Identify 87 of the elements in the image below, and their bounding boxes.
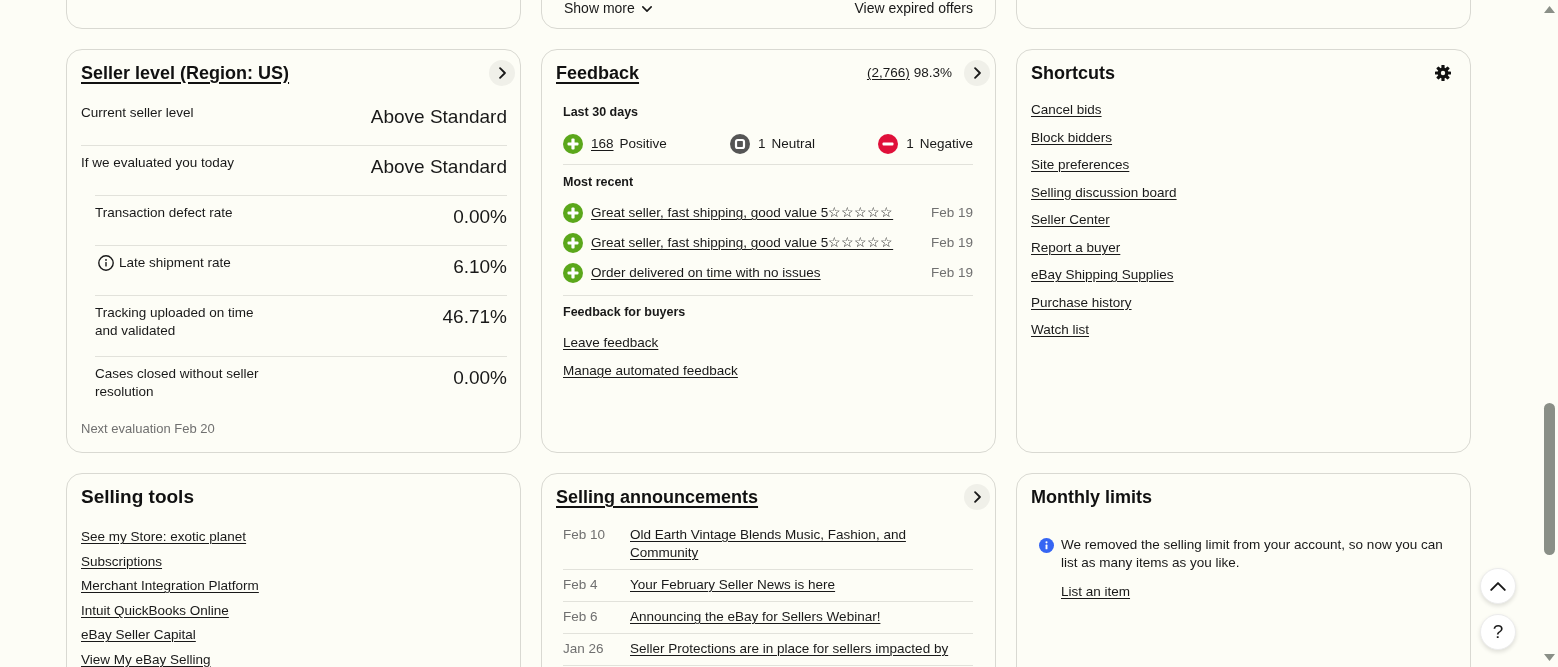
feedback-comment-link[interactable]: Great seller, fast shipping, good value 5☆☆☆☆☆ [591, 234, 923, 252]
chevron-button[interactable] [964, 484, 990, 510]
scrollbar-thumb[interactable] [1544, 403, 1555, 555]
feedback-date: Feb 19 [930, 264, 973, 282]
metric-value: 6.10% [453, 255, 507, 279]
shortcut-link[interactable]: Seller Center [1031, 211, 1110, 229]
metric-label: Cases closed without seller resolution [95, 365, 260, 401]
limit-message: We removed the selling limit from your account, so now you can list as many items as you like. [1061, 536, 1444, 572]
selling-tool-link[interactable]: eBay Seller Capital [81, 626, 196, 644]
chevron-right-icon [973, 491, 981, 503]
card-title: Monthly limits [1031, 486, 1152, 508]
plus-circle-icon [563, 134, 583, 154]
announcement-date: Jan 26 [563, 640, 605, 658]
shortcut-link[interactable]: Report a buyer [1031, 238, 1121, 257]
show-more-button[interactable]: Show more [564, 0, 652, 17]
metric-value: 46.71% [442, 305, 507, 329]
announcement-link[interactable]: Your February Seller News is here [630, 576, 960, 594]
feedback-action-link[interactable]: Leave feedback [563, 334, 659, 352]
feedback-comment-link[interactable]: Great seller, fast shipping, good value 5☆☆☆☆☆ [591, 204, 923, 222]
shortcut-link[interactable]: Watch list [1031, 321, 1089, 339]
feedback-date: Feb 19 [930, 234, 973, 252]
count-text: 1 [757, 135, 766, 153]
scroll-up-icon[interactable] [1544, 6, 1555, 13]
count-link[interactable]: 168 [591, 135, 614, 153]
metric-label: Current seller level [81, 104, 194, 122]
metric-label: Tracking uploaded on time and validated [95, 304, 255, 340]
card-title-link[interactable]: Seller level (Region: US) [81, 62, 290, 84]
count-label: Positive [619, 135, 667, 153]
card-title: Selling tools [81, 486, 194, 508]
announcement-date: Feb 10 [563, 526, 607, 544]
count-text: 1 [906, 135, 914, 153]
metric-value: Above Standard [370, 155, 507, 179]
metric-value: Above Standard [370, 105, 507, 129]
metric-label: Late shipment rate [119, 254, 231, 272]
chevron-down-icon [641, 5, 652, 12]
card-title-link[interactable]: Feedback [556, 62, 640, 84]
list-item-link[interactable]: List an item [1061, 583, 1131, 601]
plus-circle-icon [563, 233, 583, 253]
feedback-count-link[interactable]: (2,766) [866, 64, 910, 82]
chevron-button[interactable] [489, 60, 515, 86]
feedback-percent: 98.3% [913, 64, 952, 82]
section-heading: Feedback for buyers [563, 304, 687, 320]
metric-label: Transaction defect rate [95, 204, 233, 222]
section-heading: Last 30 days [563, 104, 640, 120]
plus-circle-icon [563, 203, 583, 223]
back-to-top-button[interactable] [1480, 568, 1516, 604]
info-icon[interactable] [98, 255, 114, 271]
metric-value: 0.00% [453, 205, 507, 229]
announcement-date: Feb 4 [563, 576, 599, 594]
selling-tool-link[interactable]: Merchant Integration Platform [81, 577, 259, 595]
metric-value: 0.00% [453, 366, 507, 390]
info-icon [1039, 538, 1054, 553]
selling-tool-link[interactable]: See my Store: exotic planet [81, 528, 247, 546]
feedback-comment-link[interactable]: Order delivered on time with no issues [591, 264, 923, 282]
selling-tool-link[interactable]: Subscriptions [81, 552, 163, 571]
shortcut-link[interactable]: Block bidders [1031, 128, 1113, 147]
feedback-date: Feb 19 [930, 204, 973, 222]
square-circle-icon [729, 134, 750, 154]
minus-circle-icon [878, 134, 899, 154]
plus-circle-icon [563, 263, 583, 283]
announcement-link[interactable]: Announcing the eBay for Sellers Webinar! [630, 608, 960, 626]
announcement-link[interactable]: Seller Protections are in place for sellers impacted by [630, 640, 960, 658]
metric-label: If we evaluated you today [81, 154, 235, 172]
count-label: Neutral [771, 135, 815, 153]
shortcut-link[interactable]: Purchase history [1031, 293, 1132, 312]
chevron-right-icon [498, 67, 506, 79]
selling-tool-link[interactable]: Intuit QuickBooks Online [81, 601, 229, 620]
chevron-button[interactable] [964, 60, 990, 86]
count-label: Negative [919, 135, 973, 153]
view-expired-offers-link[interactable]: View expired offers [854, 0, 973, 17]
selling-tool-link[interactable]: View My eBay Selling [81, 650, 211, 667]
scroll-down-icon[interactable] [1544, 654, 1555, 661]
next-evaluation-text: Next evaluation Feb 20 [81, 420, 216, 438]
feedback-action-link[interactable]: Manage automated feedback [563, 362, 738, 380]
announcement-link[interactable]: Old Earth Vintage Blends Music, Fashion, and Community [630, 526, 960, 562]
section-heading: Most recent [563, 174, 635, 190]
help-button[interactable]: ? [1480, 614, 1516, 650]
settings-icon[interactable] [1435, 65, 1451, 81]
card-title-link[interactable]: Selling announcements [556, 486, 759, 508]
announcement-date: Feb 6 [563, 608, 599, 626]
chevron-up-icon [1490, 581, 1506, 591]
shortcut-link[interactable]: Selling discussion board [1031, 183, 1177, 202]
card-title: Shortcuts [1031, 62, 1115, 84]
shortcut-link[interactable]: Site preferences [1031, 156, 1130, 174]
shortcut-link[interactable]: eBay Shipping Supplies [1031, 266, 1174, 284]
chevron-right-icon [973, 67, 981, 79]
shortcut-link[interactable]: Cancel bids [1031, 101, 1102, 119]
